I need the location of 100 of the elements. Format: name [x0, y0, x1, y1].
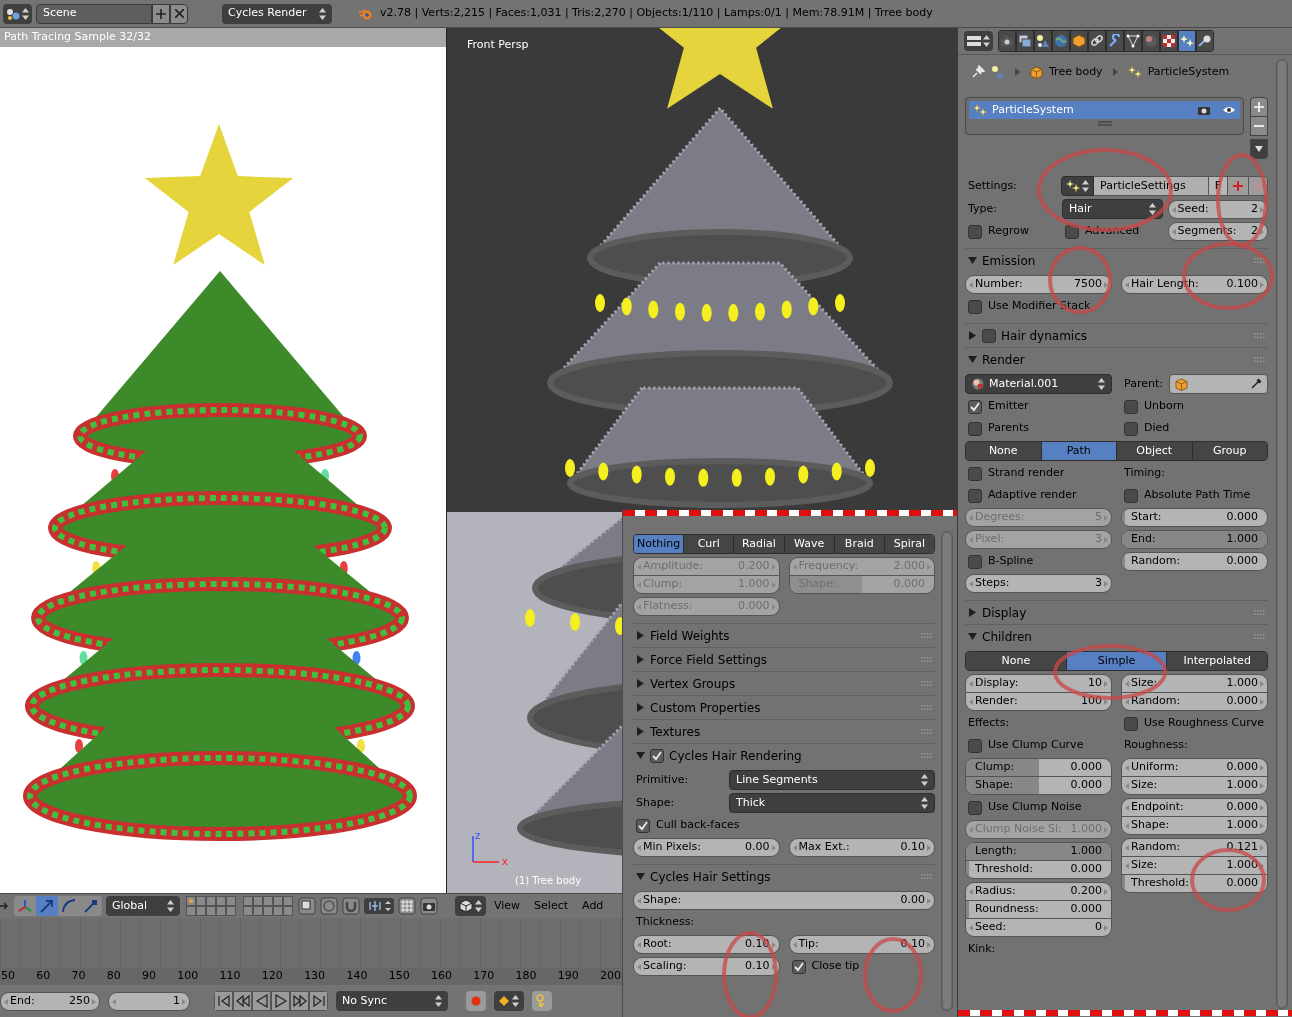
properties-tab[interactable] — [1160, 30, 1178, 52]
decrement-arrow-icon[interactable] — [1171, 206, 1176, 213]
playback-button[interactable] — [309, 991, 328, 1011]
number-field[interactable]: Min Pixels: 0.00 — [633, 838, 780, 857]
slider-field[interactable]: Clump: 0.000 — [965, 758, 1112, 777]
segment-button[interactable]: Spiral — [883, 535, 934, 553]
number-field[interactable]: Root: 0.10 — [633, 935, 780, 954]
properties-tab[interactable] — [1106, 30, 1124, 52]
dropdown[interactable]: Material.001 — [965, 374, 1112, 394]
add-button[interactable] — [1250, 97, 1268, 117]
increment-arrow-icon[interactable] — [1260, 845, 1264, 851]
segment-button[interactable]: Curl — [683, 535, 734, 553]
slider-field[interactable]: Start: 0.000 — [1121, 508, 1268, 527]
number-field[interactable]: Scaling: 0.10 — [633, 957, 780, 976]
increment-arrow-icon[interactable] — [1104, 282, 1108, 288]
decrement-arrow-icon[interactable] — [792, 845, 797, 851]
properties-tab[interactable] — [1070, 30, 1088, 52]
number-field[interactable]: Random: 0.000 — [1121, 692, 1268, 711]
panel-header[interactable]: Hair dynamics — [965, 323, 1268, 347]
decrement-arrow-icon[interactable] — [969, 699, 973, 705]
playback-button[interactable] — [233, 991, 252, 1011]
dropdown[interactable]: Line Segments — [729, 770, 935, 790]
checkbox[interactable] — [968, 224, 982, 239]
increment-arrow-icon[interactable] — [1104, 889, 1108, 895]
increment-arrow-icon[interactable] — [927, 942, 931, 948]
decrement-arrow-icon[interactable] — [1125, 783, 1129, 789]
decrement-arrow-icon[interactable] — [969, 889, 973, 895]
slider-field[interactable]: End: 1.000 — [1121, 530, 1268, 549]
editor-type-button[interactable] — [964, 31, 993, 51]
add-scene-button[interactable] — [152, 3, 170, 24]
panel-header[interactable]: Display — [965, 600, 1268, 624]
number-field[interactable]: Seed: 0 — [965, 918, 1112, 937]
number-field[interactable]: Tip: 0.10 — [788, 935, 935, 954]
segment-button[interactable]: Interpolated — [1166, 652, 1267, 670]
segment-button[interactable]: Braid — [833, 535, 884, 553]
checkbox[interactable] — [968, 466, 982, 481]
decrement-arrow-icon[interactable] — [1125, 282, 1129, 288]
panel-header[interactable]: Custom Properties — [633, 695, 935, 719]
increment-arrow-icon[interactable] — [1104, 925, 1108, 931]
segment-button[interactable]: Nothing — [634, 535, 684, 553]
render-engine-dropdown[interactable]: Cycles Render — [222, 3, 332, 24]
name-field[interactable]: ParticleSettings — [1094, 176, 1208, 196]
increment-arrow-icon[interactable] — [927, 898, 931, 904]
scrollbar[interactable] — [941, 531, 953, 1011]
decrement-arrow-icon[interactable] — [792, 942, 797, 948]
number-field[interactable]: Shape: 0.00 — [633, 891, 935, 910]
number-field[interactable]: 1 — [108, 991, 190, 1011]
playback-button[interactable] — [214, 991, 233, 1011]
increment-arrow-icon[interactable] — [771, 964, 776, 970]
decrement-arrow-icon[interactable] — [637, 942, 641, 948]
increment-arrow-icon[interactable] — [1260, 206, 1264, 213]
decrement-arrow-icon[interactable] — [1125, 805, 1129, 811]
decrement-arrow-icon[interactable] — [969, 925, 973, 931]
slider-field[interactable]: Random: 0.000 — [1121, 552, 1268, 571]
sync-dropdown[interactable]: No Sync — [336, 991, 448, 1011]
browse-button[interactable] — [1061, 176, 1094, 196]
segment-button[interactable]: Object — [1116, 442, 1192, 460]
decrement-arrow-icon[interactable] — [637, 845, 641, 851]
decrement-arrow-icon[interactable] — [1125, 681, 1129, 687]
panel-header[interactable]: Textures — [633, 719, 935, 743]
decrement-arrow-icon[interactable] — [1125, 823, 1129, 829]
panel-header[interactable]: Render — [965, 347, 1268, 371]
properties-tab[interactable] — [1016, 30, 1034, 52]
slider-field[interactable]: Shape: 0.000 — [965, 776, 1112, 795]
number-field[interactable]: Hair Length: 0.100 — [1121, 275, 1268, 294]
increment-arrow-icon[interactable] — [92, 998, 96, 1005]
number-field[interactable]: Segments: 2 — [1167, 222, 1268, 241]
slider-field[interactable]: Threshold: 0.000 — [1121, 874, 1268, 893]
segment-button[interactable]: Path — [1040, 442, 1116, 460]
dropdown[interactable]: Hair — [1062, 199, 1163, 219]
increment-arrow-icon[interactable] — [1260, 282, 1264, 288]
properties-tab[interactable] — [1034, 30, 1052, 52]
properties-tab[interactable] — [1124, 30, 1142, 52]
increment-arrow-icon[interactable] — [1104, 581, 1108, 587]
decrement-arrow-icon[interactable] — [1125, 845, 1129, 851]
increment-arrow-icon[interactable] — [1104, 699, 1108, 705]
properties-tab[interactable] — [998, 30, 1016, 52]
playback-button[interactable] — [252, 991, 271, 1011]
number-field[interactable]: Seed: 2 — [1167, 199, 1268, 219]
decrement-arrow-icon[interactable] — [112, 998, 116, 1005]
increment-arrow-icon[interactable] — [1260, 805, 1264, 811]
dropdown[interactable]: Thick — [729, 793, 935, 813]
menu-item[interactable]: View — [488, 897, 527, 915]
panel-header[interactable]: Cycles Hair Settings — [633, 864, 935, 888]
increment-arrow-icon[interactable] — [182, 998, 186, 1005]
segment-button[interactable]: Radial — [733, 535, 784, 553]
decrement-arrow-icon[interactable] — [1125, 863, 1129, 869]
increment-arrow-icon[interactable] — [927, 845, 931, 851]
checkbox[interactable] — [982, 328, 996, 343]
checkbox[interactable] — [968, 554, 982, 569]
checkbox[interactable] — [968, 421, 982, 436]
list-item[interactable]: ParticleSystem — [969, 101, 1240, 119]
menu-item[interactable]: Select — [528, 897, 575, 915]
decrement-arrow-icon[interactable] — [969, 681, 973, 687]
checkbox[interactable] — [1124, 421, 1138, 436]
properties-tab[interactable] — [1088, 30, 1106, 52]
slider-field[interactable]: Threshold: 0.000 — [965, 860, 1112, 879]
segment-button[interactable]: Wave — [783, 535, 834, 553]
scrollbar[interactable] — [1276, 59, 1288, 1009]
checkbox[interactable] — [968, 488, 982, 503]
